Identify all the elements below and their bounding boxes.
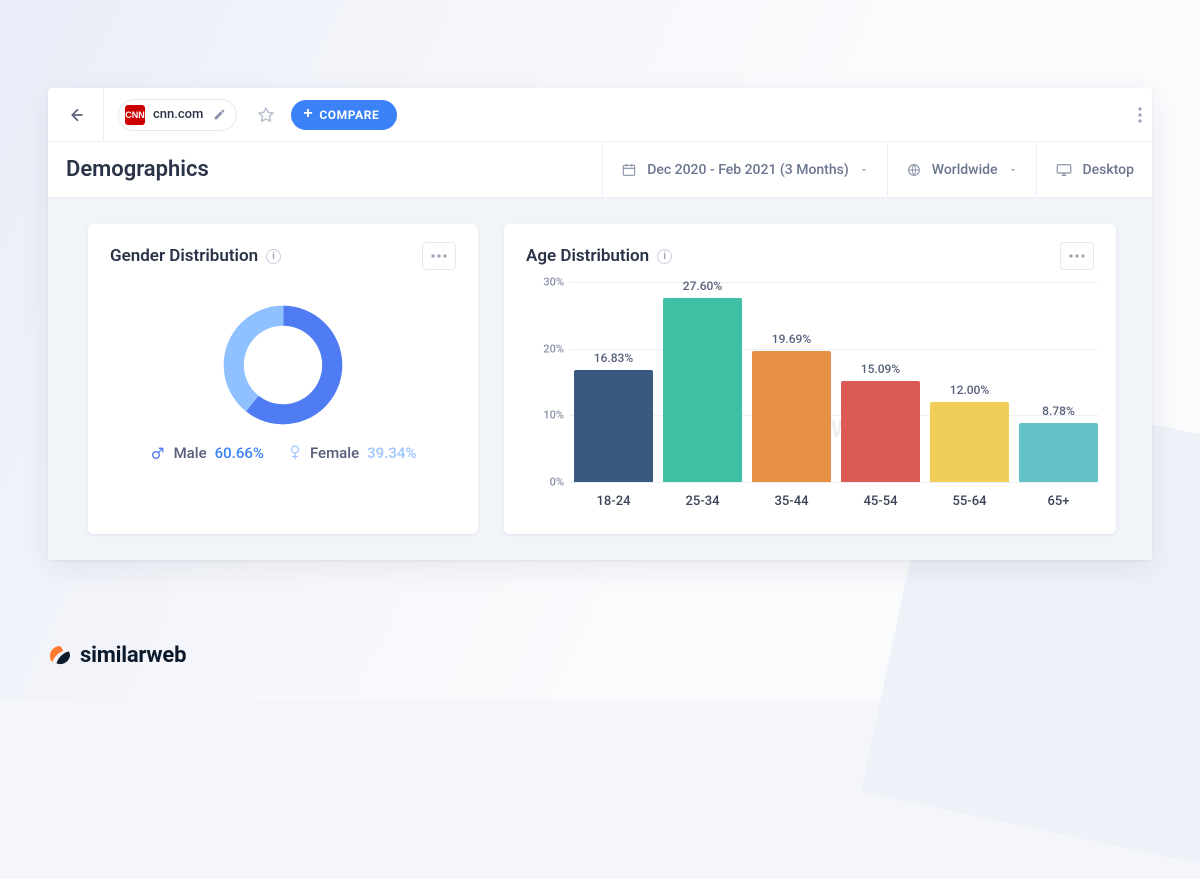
brand-name: similarweb	[80, 645, 186, 667]
bar	[1019, 423, 1098, 482]
card-menu-button[interactable]	[1060, 242, 1094, 270]
plus-icon: +	[303, 106, 313, 122]
filter-date-label: Dec 2020 - Feb 2021 (3 Months)	[647, 163, 849, 177]
legend-male: Male 60.66%	[150, 444, 264, 462]
star-icon	[256, 105, 276, 125]
filter-device-label: Desktop	[1083, 163, 1134, 177]
bar-value-label: 19.69%	[772, 333, 811, 345]
chevron-down-icon	[859, 165, 869, 175]
chevron-down-icon	[1008, 165, 1018, 175]
info-icon[interactable]: i	[657, 249, 672, 264]
bar-45-54: 15.09%	[841, 363, 920, 482]
gender-donut-chart	[110, 270, 456, 444]
bar-65+: 8.78%	[1019, 405, 1098, 482]
arrow-left-icon	[67, 106, 85, 124]
dots-horizontal-icon	[431, 254, 447, 258]
x-tick: 25-34	[663, 495, 742, 508]
y-tick: 0%	[534, 477, 564, 488]
card-gender: Gender Distribution i Male 60.66% Female	[88, 224, 478, 534]
male-icon	[150, 445, 166, 461]
bar-value-label: 27.60%	[683, 280, 722, 292]
bar	[574, 370, 653, 482]
bar	[663, 298, 742, 482]
filter-region-label: Worldwide	[932, 163, 998, 177]
y-tick: 30%	[534, 277, 564, 288]
legend-female-label: Female	[310, 446, 359, 461]
gender-card-title: Gender Distribution	[110, 248, 258, 265]
bar-value-label: 12.00%	[950, 384, 989, 396]
x-tick: 18-24	[574, 495, 653, 508]
card-menu-button[interactable]	[422, 242, 456, 270]
bar-25-34: 27.60%	[663, 280, 742, 482]
bar	[930, 402, 1009, 482]
legend-female-value: 39.34%	[367, 446, 416, 461]
brand-mark-icon	[48, 644, 72, 668]
legend-male-label: Male	[174, 446, 207, 461]
site-chip[interactable]: CNN cnn.com	[104, 88, 243, 142]
site-name: cnn.com	[153, 108, 203, 121]
x-tick: 45-54	[841, 495, 920, 508]
legend-male-value: 60.66%	[215, 446, 264, 461]
topbar: CNN cnn.com + COMPARE	[48, 88, 1152, 142]
topbar-overflow[interactable]	[1128, 88, 1152, 142]
card-age: Age Distribution i SimilarWeb 0%10%20%30…	[504, 224, 1116, 534]
bar-55-64: 12.00%	[930, 384, 1009, 482]
pencil-icon	[213, 108, 226, 121]
bar	[752, 351, 831, 482]
y-tick: 20%	[534, 343, 564, 354]
x-tick: 55-64	[930, 495, 1009, 508]
page-title: Demographics	[48, 159, 209, 181]
bar-18-24: 16.83%	[574, 352, 653, 482]
brand-logo: similarweb	[48, 644, 186, 668]
legend-female: Female 39.34%	[288, 444, 416, 462]
age-bar-chart: SimilarWeb 0%10%20%30%16.83%27.60%19.69%…	[534, 282, 1098, 514]
dots-horizontal-icon	[1069, 254, 1085, 258]
favorite-button[interactable]	[251, 100, 281, 130]
filter-device[interactable]: Desktop	[1036, 142, 1152, 198]
bar-value-label: 15.09%	[861, 363, 900, 375]
bar-value-label: 16.83%	[594, 352, 633, 364]
gender-legend: Male 60.66% Female 39.34%	[110, 444, 456, 462]
back-button[interactable]	[48, 88, 104, 142]
app-window: CNN cnn.com + COMPARE Demographics Dec 2…	[48, 88, 1152, 560]
filter-region[interactable]: Worldwide	[887, 142, 1036, 198]
compare-button[interactable]: + COMPARE	[291, 100, 397, 130]
x-tick: 35-44	[752, 495, 831, 508]
compare-label: COMPARE	[319, 100, 379, 130]
desktop-icon	[1055, 162, 1073, 178]
body: Gender Distribution i Male 60.66% Female	[48, 198, 1152, 560]
globe-icon	[906, 162, 922, 178]
x-tick: 65+	[1019, 495, 1098, 508]
bar	[841, 381, 920, 482]
age-card-title: Age Distribution	[526, 248, 649, 265]
site-favicon: CNN	[125, 105, 145, 125]
female-icon	[288, 444, 302, 462]
bar-value-label: 8.78%	[1042, 405, 1075, 417]
info-icon[interactable]: i	[266, 249, 281, 264]
calendar-icon	[621, 162, 637, 178]
dots-vertical-icon	[1138, 107, 1142, 123]
filter-date-range[interactable]: Dec 2020 - Feb 2021 (3 Months)	[602, 142, 887, 198]
header: Demographics Dec 2020 - Feb 2021 (3 Mont…	[48, 142, 1152, 198]
y-tick: 10%	[534, 410, 564, 421]
bar-35-44: 19.69%	[752, 333, 831, 482]
